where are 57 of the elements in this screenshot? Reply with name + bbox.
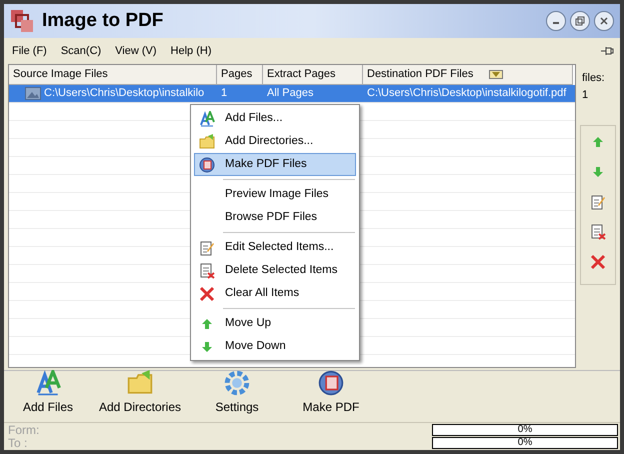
toolbar-button[interactable]: Add Files [18,370,78,416]
menu-item[interactable]: File (F) [10,42,49,60]
edit-icon [590,194,606,210]
form-label: Form: [8,424,40,437]
context-menu-item[interactable]: Move Down [194,335,356,358]
context-menu-item[interactable]: Make PDF Files [194,153,356,176]
menu-item[interactable]: View (V) [113,42,159,60]
context-menu-item[interactable]: Delete Selected Items [194,259,356,282]
delete-icon [199,262,215,278]
context-menu-item[interactable]: Browse PDF Files [194,206,356,229]
clear-icon [199,286,215,302]
menu-item[interactable]: Scan(C) [58,42,104,60]
close-icon [599,16,609,26]
pin-icon[interactable] [600,45,614,57]
context-menu-item[interactable]: Edit Selected Items... [194,236,356,259]
delete-icon [590,224,606,240]
table-cell-text: All Pages [267,86,314,101]
sort-indicator-icon[interactable] [489,70,504,79]
context-menu-item[interactable]: Clear All Items [194,282,356,305]
settings-icon [224,370,250,396]
menu-item[interactable]: Help (H) [168,42,214,60]
close-button[interactable] [594,11,614,31]
table-cell-text: C:\Users\Chris\Desktop\instalkilo [44,86,204,101]
files-label: files: [582,71,606,86]
table-cell-text: 1 [221,86,228,101]
column-header[interactable]: Pages [217,65,263,85]
app-logo-icon [10,9,34,33]
window-title: Image to PDF [42,8,164,33]
minimize-button[interactable] [546,11,566,31]
context-menu-item[interactable]: Add Directories... [194,130,356,153]
letters-icon [35,370,61,396]
context-menu-item[interactable]: Add Files... [194,107,356,130]
column-header[interactable]: Source Image Files [9,65,217,85]
image-file-icon [25,87,41,100]
files-count: 1 [582,88,590,102]
table-cell-text: C:\Users\Chris\Desktop\instalkilogotif.pdf [367,86,566,101]
folder-icon [199,134,215,150]
column-header[interactable]: Destination PDF Files [363,65,573,85]
globe-icon [318,370,344,396]
globe-icon [199,156,215,172]
progress-reading: 0% [516,425,534,435]
table-row[interactable]: C:\Users\Chris\Desktop\instalkilo 1 All Pages C:\Users\Chris\Desktop\instalkilogotif.pdf [9,85,575,103]
toolbar-button[interactable]: Make PDF [286,370,376,416]
progress-reading: 0% [516,438,534,448]
restore-icon [575,16,585,26]
context-menu-item[interactable]: Preview Image Files [194,183,356,206]
letters-icon [199,110,215,126]
clear-tool-button[interactable] [588,252,608,272]
column-header[interactable]: Extract Pages [263,65,363,85]
clear-icon [590,254,606,270]
context-menu-item[interactable]: Move Up [194,312,356,335]
restore-button[interactable] [570,11,590,31]
edit-icon [199,240,215,256]
toolbar-button[interactable]: Settings [202,370,272,416]
to-label: To : [8,437,28,450]
toolbar-button[interactable]: Add Directories [92,370,188,416]
folder-icon [127,370,153,396]
